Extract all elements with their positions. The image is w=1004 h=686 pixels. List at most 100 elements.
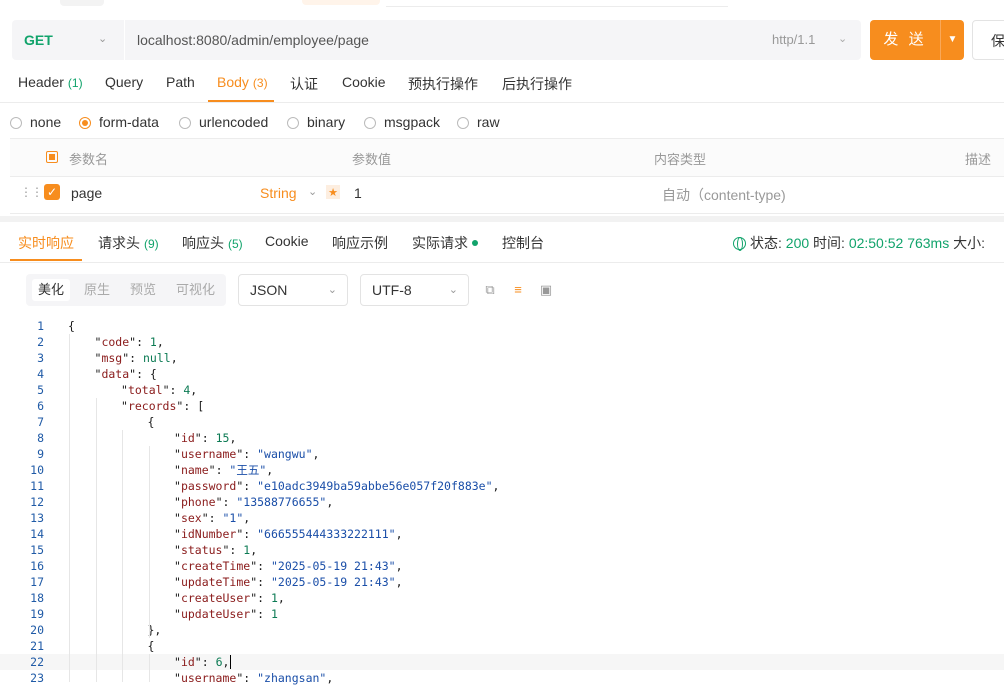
- encoding-select[interactable]: UTF-8 ⌄: [360, 274, 469, 306]
- tab-path[interactable]: Path: [166, 74, 195, 90]
- code-line: 3 "msg": null,: [0, 350, 1004, 366]
- chevron-down-icon: ⌄: [98, 33, 108, 45]
- top-divider: [386, 6, 728, 7]
- response-tab-2[interactable]: 响应头 (5): [182, 233, 243, 253]
- response-tab-0[interactable]: 实时响应: [18, 233, 74, 253]
- line-number: 13: [30, 511, 44, 525]
- code-line: 8 "id": 15,: [0, 430, 1004, 446]
- line-number: 17: [30, 575, 44, 589]
- code-text: "id": 6,: [174, 655, 232, 669]
- content-type-field[interactable]: 自动（content-type): [662, 185, 786, 205]
- param-type-select[interactable]: String: [260, 185, 297, 201]
- tab-预执行操作[interactable]: 预执行操作: [408, 74, 478, 94]
- radio-msgpack[interactable]: msgpack: [364, 114, 440, 130]
- code-line: 1{: [0, 318, 1004, 334]
- code-text: "msg": null,: [94, 351, 178, 365]
- view-mode-1[interactable]: 原生: [78, 279, 116, 301]
- radio-binary[interactable]: binary: [287, 114, 345, 130]
- active-tab-indicator: [10, 259, 82, 261]
- response-tab-1[interactable]: 请求头 (9): [98, 233, 159, 253]
- json-key: sex: [180, 511, 202, 525]
- json-key: code: [101, 335, 130, 349]
- response-code-editor[interactable]: 1{2 "code": 1, 3 "msg": null, 4 "data": {5 "to…: [0, 318, 1004, 685]
- json-key: idNumber: [180, 527, 237, 541]
- chevron-down-icon: ⌄: [308, 186, 318, 198]
- response-status: 状态: 200 时间: 02:50:52 763ms 大小:: [733, 233, 985, 253]
- tab-认证[interactable]: 认证: [290, 74, 318, 94]
- code-line: 2 "code": 1,: [0, 334, 1004, 350]
- tab-label: Cookie: [342, 74, 386, 90]
- json-value: {: [149, 367, 157, 381]
- json-comma: ,: [190, 383, 198, 397]
- params-table: 参数名 参数值 内容类型 描述 ⋮⋮ ✓ page String ⌄ ★ 1 自…: [10, 138, 1004, 216]
- line-number: 16: [30, 559, 44, 573]
- radio-label: form-data: [99, 114, 159, 130]
- top-tab-fragment-active[interactable]: [302, 0, 380, 5]
- param-name-field[interactable]: page: [71, 185, 102, 201]
- json-comma: ,: [266, 463, 274, 477]
- json-value: null: [143, 351, 171, 365]
- line-number: 19: [30, 607, 44, 621]
- chevron-down-icon: ⌄: [327, 284, 337, 296]
- json-key: password: [180, 479, 237, 493]
- code-text: "password": "e10adc3949ba59abbe56e057f20…: [174, 479, 500, 493]
- view-mode-2[interactable]: 预览: [124, 279, 162, 301]
- drag-handle-icon[interactable]: ⋮⋮: [20, 185, 43, 199]
- radio-raw[interactable]: raw: [457, 114, 500, 130]
- response-tab-4[interactable]: 响应示例: [332, 233, 388, 253]
- select-all-checkbox[interactable]: [46, 151, 58, 163]
- code-line: 20},: [0, 622, 1004, 638]
- send-button[interactable]: 发 送: [870, 20, 940, 60]
- param-value-field[interactable]: 1: [354, 185, 362, 201]
- tab-label: 实际请求: [412, 235, 468, 251]
- code-line: 7{: [0, 414, 1004, 430]
- json-comma: ,: [277, 591, 285, 605]
- top-tab-strip: [0, 0, 1004, 8]
- radio-urlencoded[interactable]: urlencoded: [179, 114, 268, 130]
- response-tabs: 状态: 200 时间: 02:50:52 763ms 大小: 实时响应 请求头 (9…: [0, 222, 1004, 263]
- response-tab-6[interactable]: 控制台: [502, 233, 544, 253]
- json-comma: ,: [250, 543, 258, 557]
- json-value: "2025-05-19 21:43": [270, 559, 396, 573]
- code-line: 21 {: [0, 638, 1004, 654]
- tab-后执行操作[interactable]: 后执行操作: [502, 74, 572, 94]
- url-input[interactable]: localhost:8080/admin/employee/page: [137, 32, 369, 48]
- code-text: {: [148, 414, 155, 430]
- required-star-icon[interactable]: ★: [326, 185, 340, 199]
- tab-label: 响应头: [182, 235, 224, 251]
- view-mode-0[interactable]: 美化: [32, 279, 71, 301]
- json-comma: ,: [395, 559, 403, 573]
- format-select[interactable]: JSON ⌄: [238, 274, 348, 306]
- send-options-chevron-icon[interactable]: ▼: [940, 20, 964, 60]
- code-punct: {: [147, 415, 155, 429]
- copy-icon[interactable]: ⧉: [482, 282, 498, 298]
- save-button[interactable]: 保: [972, 20, 1004, 60]
- json-comma: ,: [156, 335, 164, 349]
- active-tab-indicator: [208, 100, 274, 102]
- response-tab-3[interactable]: Cookie: [265, 233, 309, 249]
- radio-form-data[interactable]: form-data: [79, 114, 159, 130]
- line-number: 14: [30, 527, 44, 541]
- json-value: 1: [270, 591, 278, 605]
- view-mode-3[interactable]: 可视化: [170, 279, 221, 301]
- tab-label: 控制台: [502, 235, 544, 251]
- json-key: msg: [101, 351, 123, 365]
- protocol-select[interactable]: http/1.1: [772, 32, 815, 47]
- tab-body[interactable]: Body (3): [217, 74, 268, 90]
- top-tab-fragment[interactable]: [60, 0, 104, 6]
- time-label: 时间:: [813, 235, 845, 251]
- body-type-radio-group: none form-data urlencoded binary msgpack raw: [0, 110, 1004, 134]
- save-icon[interactable]: ▣: [538, 282, 554, 298]
- wrap-icon[interactable]: ≡: [510, 282, 526, 298]
- row-checkbox[interactable]: ✓: [44, 184, 60, 200]
- response-tab-5[interactable]: 实际请求: [412, 233, 478, 253]
- status-dot-icon: [472, 240, 478, 246]
- tab-header[interactable]: Header (1): [18, 74, 83, 90]
- tab-cookie[interactable]: Cookie: [342, 74, 386, 90]
- json-value: "13588776655": [236, 495, 327, 509]
- radio-none[interactable]: none: [10, 114, 61, 130]
- tab-query[interactable]: Query: [105, 74, 143, 90]
- method-select[interactable]: GET ⌄: [12, 20, 125, 60]
- view-mode-tabs: 美化 原生 预览 可视化: [26, 274, 226, 306]
- line-number: 21: [30, 639, 44, 653]
